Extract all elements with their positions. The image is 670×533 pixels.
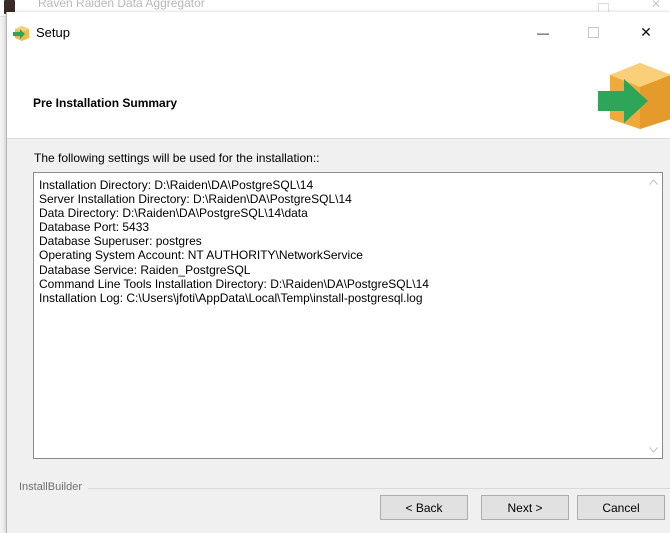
- installbuilder-label: InstallBuilder: [19, 481, 88, 493]
- settings-caption: The following settings will be used for …: [34, 151, 320, 165]
- summary-line: Installation Directory: D:\Raiden\DA\Pos…: [39, 178, 314, 192]
- close-icon: ✕: [640, 24, 652, 40]
- close-button[interactable]: ✕: [623, 12, 669, 53]
- background-close-icon: ✕: [651, 0, 662, 11]
- footer-divider: [19, 488, 670, 489]
- next-button[interactable]: Next >: [481, 495, 569, 520]
- summary-lines: Installation Directory: D:\Raiden\DA\Pos…: [39, 178, 429, 305]
- dialog-title: Setup: [36, 25, 70, 40]
- scroll-up-arrow-icon[interactable]: [645, 173, 662, 190]
- page-title: Pre Installation Summary: [33, 96, 178, 110]
- box-arrow-icon: [598, 63, 670, 129]
- summary-line: Database Superuser: postgres: [39, 234, 202, 249]
- setup-dialog: Setup — ✕ Pre Installation Summary The f…: [6, 12, 670, 533]
- summary-line: Data Directory: D:\Raiden\DA\PostgreSQL\…: [39, 206, 308, 221]
- summary-line: Database Port: 5433: [39, 220, 150, 235]
- summary-line: Installation Log: C:\Users\jfoti\AppData…: [39, 290, 423, 305]
- cancel-button[interactable]: Cancel: [577, 495, 665, 520]
- summary-line: Command Line Tools Installation Director…: [39, 276, 429, 291]
- back-button[interactable]: < Back: [380, 495, 468, 520]
- minimize-button[interactable]: —: [520, 12, 566, 53]
- maximize-button[interactable]: [570, 12, 616, 53]
- page-header: Pre Installation Summary: [7, 53, 670, 139]
- maximize-icon: [587, 27, 599, 38]
- summary-textbox[interactable]: Installation Directory: D:\Raiden\DA\Pos…: [33, 172, 663, 459]
- vertical-scrollbar[interactable]: [645, 173, 662, 458]
- background-window-title: Raven Raiden Data Aggregator: [38, 0, 205, 10]
- summary-line: Server Installation Directory: D:\Raiden…: [39, 192, 352, 207]
- scroll-down-arrow-icon[interactable]: [645, 441, 662, 458]
- dialog-titlebar: Setup — ✕: [7, 12, 670, 53]
- minimize-icon: —: [537, 25, 549, 40]
- summary-line: Database Service: Raiden_PostgreSQL: [39, 262, 251, 277]
- summary-line: Operating System Account: NT AUTHORITY\N…: [39, 248, 363, 263]
- box-arrow-icon: [13, 26, 29, 41]
